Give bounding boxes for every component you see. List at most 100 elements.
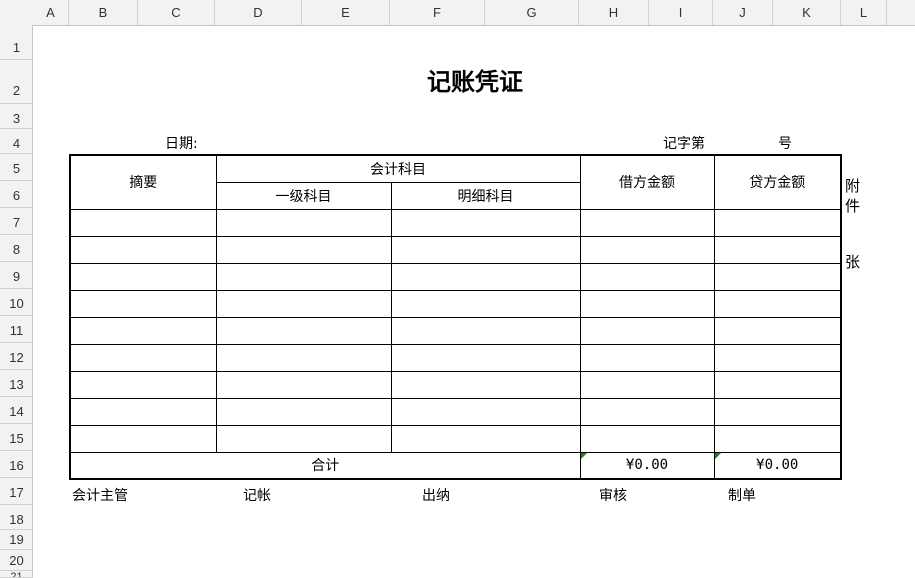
table-row [69,370,842,399]
debit-header: 借方金额 [579,154,715,210]
cell[interactable] [713,289,842,318]
row-header[interactable]: 21 [0,571,33,578]
cell[interactable] [215,235,392,264]
cell[interactable] [713,235,842,264]
cell[interactable] [69,343,217,372]
table-row [69,424,842,453]
row-header[interactable]: 15 [0,424,33,451]
cell[interactable] [390,343,581,372]
table-row [69,208,842,237]
signature-bookkeeping: 记帐 [243,488,271,504]
cell[interactable] [215,397,392,426]
cell[interactable] [579,316,715,345]
column-header[interactable]: J [713,0,773,25]
column-header[interactable]: G [485,0,579,25]
cell[interactable] [579,289,715,318]
row-header[interactable]: 19 [0,530,33,550]
cell[interactable] [579,343,715,372]
total-credit-cell[interactable]: ¥0.00 [713,451,842,480]
row-header[interactable]: 10 [0,289,33,316]
column-header[interactable]: I [649,0,713,25]
row-header[interactable]: 13 [0,370,33,397]
column-header-bar: A B C D E F G H I J K L [0,0,915,26]
column-header[interactable]: K [773,0,841,25]
cell[interactable] [215,316,392,345]
attachment-char: 附 [845,177,861,195]
row-header[interactable]: 2 [0,60,33,104]
column-header[interactable]: A [33,0,69,25]
cell[interactable] [69,289,217,318]
row-header[interactable]: 9 [0,262,33,289]
row-header[interactable]: 11 [0,316,33,343]
number-label: 号 [778,136,792,152]
cell[interactable] [713,397,842,426]
cell[interactable] [390,397,581,426]
cell[interactable] [390,235,581,264]
cell[interactable] [713,262,842,291]
cell[interactable] [69,208,217,237]
total-label[interactable]: 合计 [69,451,581,480]
row-header-bar: 1 2 3 4 5 6 7 8 9 10 11 12 13 14 15 16 1… [0,25,33,578]
row-header[interactable]: 4 [0,129,33,154]
row-header[interactable]: 16 [0,451,33,478]
row-header[interactable]: 17 [0,478,33,505]
credit-header: 贷方金额 [713,154,842,210]
row-header[interactable]: 7 [0,208,33,235]
total-debit-cell[interactable]: ¥0.00 [579,451,715,480]
row-header[interactable]: 3 [0,104,33,129]
column-header[interactable]: C [138,0,215,25]
column-header[interactable]: F [390,0,485,25]
cell[interactable] [215,289,392,318]
row-header[interactable]: 1 [0,25,33,60]
table-row [69,343,842,372]
cell[interactable] [713,424,842,453]
cell[interactable] [390,208,581,237]
row-header[interactable]: 18 [0,505,33,530]
cell[interactable] [215,262,392,291]
table-row [69,262,842,291]
cell[interactable] [579,397,715,426]
table-row [69,289,842,318]
row-header[interactable]: 6 [0,181,33,208]
row-header[interactable]: 8 [0,235,33,262]
column-header[interactable]: H [579,0,649,25]
cell[interactable] [713,370,842,399]
cell[interactable] [579,424,715,453]
attachment-char: 件 [845,197,861,215]
cell[interactable] [69,316,217,345]
cell[interactable] [215,343,392,372]
cell[interactable] [390,370,581,399]
cell[interactable] [69,235,217,264]
row-header[interactable]: 14 [0,397,33,424]
cell[interactable] [579,262,715,291]
cell[interactable] [579,208,715,237]
cell[interactable] [713,208,842,237]
detail-header: 明细科目 [390,181,581,210]
cell[interactable] [69,262,217,291]
summary-header: 摘要 [69,154,217,210]
cell[interactable] [215,208,392,237]
column-header[interactable]: L [841,0,887,25]
cell[interactable] [713,343,842,372]
cell[interactable] [69,424,217,453]
row-header[interactable]: 20 [0,550,33,571]
row-header[interactable]: 5 [0,154,33,181]
signature-review: 审核 [599,488,627,504]
cell[interactable] [69,397,217,426]
column-header[interactable]: B [69,0,138,25]
column-header[interactable]: D [215,0,302,25]
row-header[interactable]: 12 [0,343,33,370]
cell[interactable] [579,235,715,264]
cell[interactable] [390,262,581,291]
cell[interactable] [69,370,217,399]
cell[interactable] [579,370,715,399]
column-header[interactable]: E [302,0,390,25]
cell[interactable] [390,289,581,318]
cell[interactable] [390,424,581,453]
account-header: 会计科目 [215,154,581,183]
cell[interactable] [215,424,392,453]
cell[interactable] [390,316,581,345]
cell[interactable] [215,370,392,399]
cell[interactable] [713,316,842,345]
table-row [69,316,842,345]
